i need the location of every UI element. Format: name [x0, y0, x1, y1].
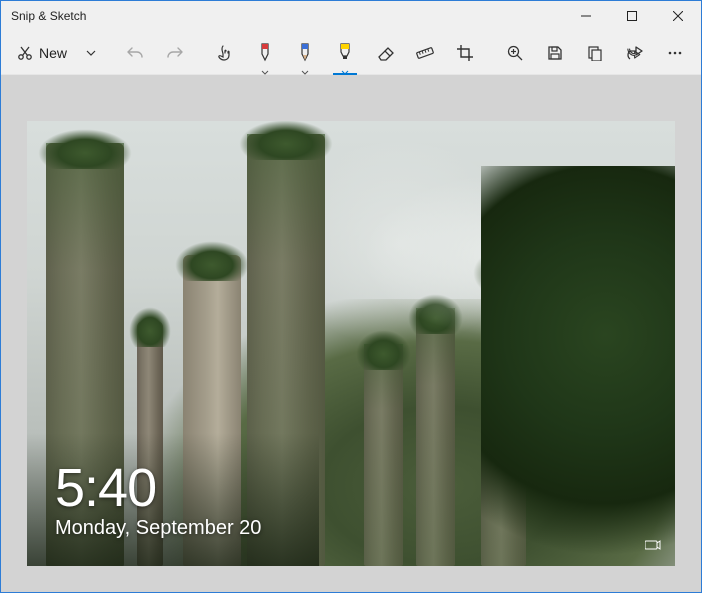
share-icon	[626, 44, 644, 62]
close-icon	[673, 11, 683, 21]
eraser-icon	[376, 44, 394, 62]
canvas-area: 5:40 Monday, September 20	[1, 75, 701, 592]
chevron-down-icon	[261, 70, 269, 75]
pencil-button[interactable]	[285, 33, 325, 73]
new-label: New	[39, 45, 67, 61]
canvas-bottom-margin	[1, 566, 701, 592]
lock-screen-overlay: 5:40 Monday, September 20	[55, 461, 261, 540]
redo-button[interactable]	[155, 33, 195, 73]
captured-screenshot: 5:40 Monday, September 20	[27, 121, 675, 566]
title-bar: Snip & Sketch	[1, 1, 701, 31]
crop-button[interactable]	[445, 33, 485, 73]
copy-button[interactable]	[575, 33, 615, 73]
chevron-down-icon	[86, 48, 96, 58]
canvas-top-margin	[1, 75, 701, 121]
zoom-button[interactable]	[495, 33, 535, 73]
maximize-button[interactable]	[609, 1, 655, 31]
new-snip-delay-dropdown[interactable]	[77, 33, 105, 73]
highlighter-icon	[336, 42, 354, 64]
new-snip-button[interactable]: New	[7, 33, 77, 73]
more-icon	[667, 45, 683, 61]
window-title: Snip & Sketch	[11, 9, 563, 23]
ballpoint-pen-icon	[256, 42, 274, 64]
touch-writing-icon	[216, 44, 234, 62]
image-viewport[interactable]: 5:40 Monday, September 20	[1, 121, 701, 566]
close-button[interactable]	[655, 1, 701, 31]
lock-screen-time: 5:40	[55, 461, 261, 515]
zoom-icon	[506, 44, 524, 62]
copy-icon	[587, 45, 603, 61]
crop-icon	[456, 44, 474, 62]
window-controls	[563, 1, 701, 31]
eraser-button[interactable]	[365, 33, 405, 73]
touch-writing-button[interactable]	[205, 33, 245, 73]
toolbar: New	[1, 31, 701, 75]
share-button[interactable]	[615, 33, 655, 73]
save-icon	[547, 45, 563, 61]
minimize-button[interactable]	[563, 1, 609, 31]
more-button[interactable]	[655, 33, 695, 73]
redo-icon	[166, 44, 184, 62]
chevron-down-icon	[341, 70, 349, 75]
ballpoint-pen-button[interactable]	[245, 33, 285, 73]
network-icon	[645, 538, 661, 556]
undo-button[interactable]	[115, 33, 155, 73]
pencil-icon	[296, 42, 314, 64]
ruler-button[interactable]	[405, 33, 445, 73]
minimize-icon	[581, 11, 591, 21]
chevron-down-icon	[301, 70, 309, 75]
highlighter-button[interactable]	[325, 33, 365, 73]
lock-screen-date: Monday, September 20	[55, 517, 261, 540]
ruler-icon	[416, 44, 434, 62]
snip-icon	[17, 45, 33, 61]
maximize-icon	[627, 11, 637, 21]
undo-icon	[126, 44, 144, 62]
save-button[interactable]	[535, 33, 575, 73]
